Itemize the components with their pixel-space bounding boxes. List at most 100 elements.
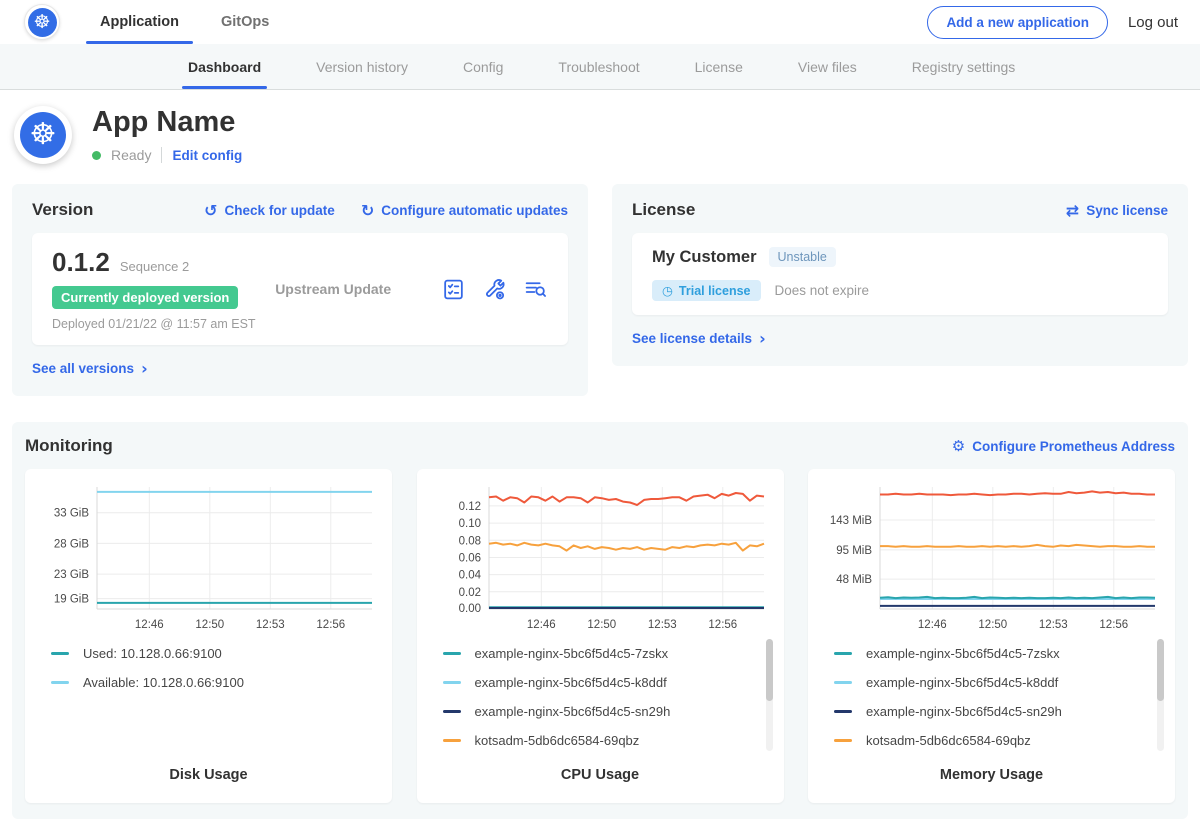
tab-registry-settings[interactable]: Registry settings xyxy=(912,44,1015,89)
svg-text:12:56: 12:56 xyxy=(316,619,345,631)
kubernetes-logo: ☸ xyxy=(24,4,60,40)
legend-item: example-nginx-5bc6f5d4c5-7zskx xyxy=(834,639,1151,668)
legend-color-dash xyxy=(443,710,461,713)
clock-icon: ◷ xyxy=(662,283,673,298)
svg-text:95 MiB: 95 MiB xyxy=(836,545,872,557)
legend-item: Available: 10.128.0.66:9100 xyxy=(51,668,368,697)
tab-troubleshoot[interactable]: Troubleshoot xyxy=(558,44,639,89)
legend-label: Used: 10.128.0.66:9100 xyxy=(83,646,222,661)
license-detail-card: My Customer Unstable ◷ Trial license Doe… xyxy=(632,233,1168,315)
sync-license-link[interactable]: ⇄ Sync license xyxy=(1066,201,1168,220)
legend-label: example-nginx-5bc6f5d4c5-7zskx xyxy=(475,646,669,661)
currently-deployed-badge: Currently deployed version xyxy=(52,286,238,309)
chart-title: CPU Usage xyxy=(427,761,774,793)
legend-label: example-nginx-5bc6f5d4c5-7zskx xyxy=(866,646,1060,661)
legend-scrollbar-track xyxy=(766,639,773,751)
svg-text:143 MiB: 143 MiB xyxy=(830,515,873,527)
channel-badge: Unstable xyxy=(769,247,836,267)
page-title: App Name xyxy=(92,106,242,139)
preflight-checks-icon[interactable] xyxy=(441,277,466,302)
tab-config[interactable]: Config xyxy=(463,44,503,89)
svg-text:23 GiB: 23 GiB xyxy=(54,569,89,581)
gear-icon: ⚙ xyxy=(952,437,965,455)
see-all-versions-link[interactable]: See all versions › xyxy=(32,359,148,378)
ready-status-dot xyxy=(92,151,101,160)
logout-link[interactable]: Log out xyxy=(1128,14,1178,31)
charts-row: 33 GiB28 GiB23 GiB19 GiB12:4612:5012:531… xyxy=(25,469,1175,803)
edit-config-link[interactable]: Edit config xyxy=(172,148,242,163)
monitoring-section: Monitoring ⚙ Configure Prometheus Addres… xyxy=(12,422,1188,819)
edit-config-wrench-icon[interactable] xyxy=(482,277,507,302)
svg-text:12:50: 12:50 xyxy=(587,619,616,631)
svg-text:0.00: 0.00 xyxy=(458,603,480,615)
app-kubernetes-icon: ☸ xyxy=(20,112,66,158)
trial-license-badge: ◷ Trial license xyxy=(652,280,761,301)
check-for-update-link[interactable]: ↺ Check for update xyxy=(204,201,335,220)
app-status-text: Ready xyxy=(111,147,151,163)
legend-color-dash xyxy=(834,710,852,713)
legend-item: example-nginx-5bc6f5d4c5-sn29h xyxy=(443,697,760,726)
customer-name: My Customer xyxy=(652,248,757,267)
legend-item: example-nginx-5bc6f5d4c5-k8ddf xyxy=(443,668,760,697)
svg-text:0.08: 0.08 xyxy=(458,535,480,547)
tab-gitops[interactable]: GitOps xyxy=(221,0,269,44)
version-card-title: Version xyxy=(32,200,93,220)
legend-color-dash xyxy=(443,652,461,655)
svg-text:0.02: 0.02 xyxy=(458,587,480,599)
tab-version-history[interactable]: Version history xyxy=(316,44,408,89)
legend-item: example-nginx-5bc6f5d4c5-k8ddf xyxy=(834,668,1151,697)
tab-view-files[interactable]: View files xyxy=(798,44,857,89)
svg-text:12:46: 12:46 xyxy=(918,619,947,631)
top-bar-actions: Add a new application Log out xyxy=(927,6,1178,39)
svg-text:12:56: 12:56 xyxy=(708,619,737,631)
svg-text:48 MiB: 48 MiB xyxy=(836,574,872,586)
view-logs-icon[interactable] xyxy=(523,277,548,302)
auto-update-icon: ↻ xyxy=(361,201,374,220)
cpu-usage-chart-card: 0.120.100.080.060.040.020.0012:4612:5012… xyxy=(417,469,784,803)
legend-scrollbar-thumb[interactable] xyxy=(1157,639,1164,701)
svg-text:0.04: 0.04 xyxy=(458,570,481,582)
top-tabs: Application GitOps xyxy=(100,0,269,44)
sync-icon: ⇄ xyxy=(1066,201,1079,220)
legend-color-dash xyxy=(834,681,852,684)
check-update-icon: ↺ xyxy=(204,201,217,220)
svg-text:12:50: 12:50 xyxy=(195,619,224,631)
svg-text:0.06: 0.06 xyxy=(458,553,480,565)
tab-dashboard[interactable]: Dashboard xyxy=(188,44,261,89)
configure-automatic-updates-link[interactable]: ↻ Configure automatic updates xyxy=(361,201,568,220)
chart-legend: Used: 10.128.0.66:9100 Available: 10.128.… xyxy=(35,633,382,761)
svg-text:33 GiB: 33 GiB xyxy=(54,508,89,520)
version-source-label: Upstream Update xyxy=(275,281,391,297)
deployed-version-card: 0.1.2 Sequence 2 Currently deployed vers… xyxy=(32,233,568,345)
memory-usage-chart-card: 143 MiB95 MiB48 MiB12:4612:5012:5312:56e… xyxy=(808,469,1175,803)
tab-application[interactable]: Application xyxy=(100,0,179,44)
chevron-right-icon: › xyxy=(759,329,766,348)
chart-legend: example-nginx-5bc6f5d4c5-7zskx example-ng… xyxy=(427,633,774,761)
legend-label: kotsadm-5db6dc6584-69qbz xyxy=(475,733,640,748)
svg-text:12:53: 12:53 xyxy=(256,619,285,631)
legend-color-dash xyxy=(443,739,461,742)
add-application-button[interactable]: Add a new application xyxy=(927,6,1108,39)
divider xyxy=(161,147,162,163)
legend-color-dash xyxy=(51,681,69,684)
legend-scrollbar-thumb[interactable] xyxy=(766,639,773,701)
app-avatar: ☸ xyxy=(14,106,72,164)
svg-text:12:50: 12:50 xyxy=(978,619,1007,631)
legend-label: kotsadm-5db6dc6584-69qbz xyxy=(866,733,1031,748)
cpu-usage-plot: 0.120.100.080.060.040.020.0012:4612:5012… xyxy=(427,481,772,633)
deployed-timestamp: Deployed 01/21/22 @ 11:57 am EST xyxy=(52,317,275,331)
disk-usage-plot: 33 GiB28 GiB23 GiB19 GiB12:4612:5012:531… xyxy=(35,481,380,633)
svg-text:12:56: 12:56 xyxy=(1099,619,1128,631)
svg-text:19 GiB: 19 GiB xyxy=(54,594,89,606)
version-sequence: Sequence 2 xyxy=(120,259,189,274)
configure-prometheus-link[interactable]: ⚙ Configure Prometheus Address xyxy=(952,437,1175,455)
disk-usage-chart-card: 33 GiB28 GiB23 GiB19 GiB12:4612:5012:531… xyxy=(25,469,392,803)
see-license-details-link[interactable]: See license details › xyxy=(632,329,766,348)
kubernetes-helm-icon: ☸ xyxy=(28,8,57,37)
legend-color-dash xyxy=(51,652,69,655)
chevron-right-icon: › xyxy=(141,359,148,378)
legend-label: example-nginx-5bc6f5d4c5-k8ddf xyxy=(475,675,667,690)
legend-item: Used: 10.128.0.66:9100 xyxy=(51,639,368,668)
tab-license[interactable]: License xyxy=(695,44,743,89)
chart-title: Memory Usage xyxy=(818,761,1165,793)
